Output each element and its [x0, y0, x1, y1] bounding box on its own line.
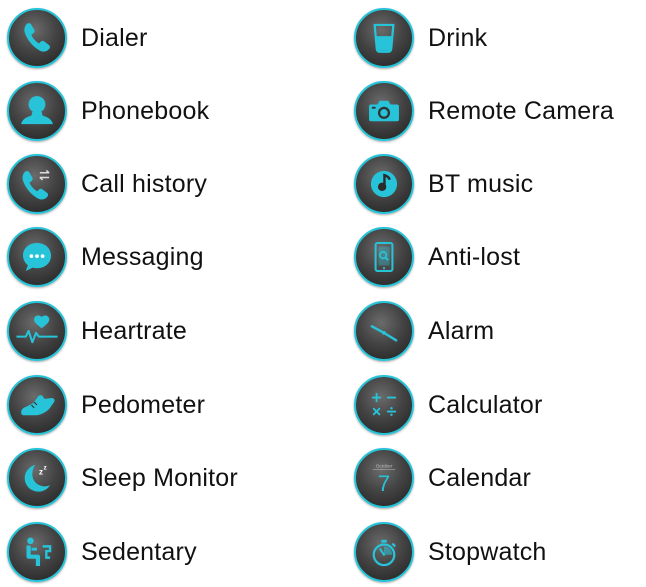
svg-text:z: z	[44, 465, 48, 472]
app-label: Dialer	[81, 23, 148, 52]
app-label: Anti-lost	[428, 242, 521, 271]
app-label: Calculator	[428, 390, 543, 419]
app-label: Call history	[81, 169, 208, 198]
app-label: Remote Camera	[428, 96, 614, 125]
glass-icon	[354, 8, 414, 68]
phone-finder-icon	[354, 227, 414, 287]
call-history-icon	[7, 154, 67, 214]
app-heartrate[interactable]: Heartrate	[7, 300, 187, 362]
app-bt-music[interactable]: BT music	[354, 153, 533, 215]
app-calculator[interactable]: Calculator	[354, 374, 543, 436]
app-label: Calendar	[428, 463, 532, 492]
app-sleep-monitor[interactable]: zz Sleep Monitor	[7, 447, 238, 509]
app-label: Stopwatch	[428, 537, 547, 566]
app-dialer[interactable]: Dialer	[7, 7, 148, 69]
app-pedometer[interactable]: Pedometer	[7, 374, 205, 436]
app-label: BT music	[428, 169, 534, 198]
music-icon	[354, 154, 414, 214]
contact-icon	[7, 81, 67, 141]
app-stopwatch[interactable]: Stopwatch	[354, 521, 547, 583]
app-label: Pedometer	[81, 390, 206, 419]
app-label: Sedentary	[81, 537, 197, 566]
app-grid: Dialer Drink Phonebook Remote Camera Cal…	[0, 0, 646, 587]
app-sedentary[interactable]: Sedentary	[7, 521, 197, 583]
sitting-person-icon	[7, 522, 67, 582]
calendar-month: October	[376, 464, 393, 469]
app-label: Sleep Monitor	[81, 463, 238, 492]
app-drink[interactable]: Drink	[354, 7, 487, 69]
app-label: Drink	[428, 23, 488, 52]
app-label: Alarm	[428, 316, 495, 345]
svg-text:z: z	[39, 466, 43, 476]
app-alarm[interactable]: Alarm	[354, 300, 494, 362]
camera-icon	[354, 81, 414, 141]
app-messaging[interactable]: Messaging	[7, 226, 204, 288]
chat-bubble-icon	[7, 227, 67, 287]
app-remote-camera[interactable]: Remote Camera	[354, 80, 614, 142]
stopwatch-icon	[354, 522, 414, 582]
app-anti-lost[interactable]: Anti-lost	[354, 226, 520, 288]
heart-pulse-icon	[7, 301, 67, 361]
app-label: Heartrate	[81, 316, 188, 345]
calendar-icon: October 7	[354, 448, 414, 508]
app-label: Messaging	[81, 242, 204, 271]
shoe-icon	[7, 375, 67, 435]
app-call-history[interactable]: Call history	[7, 153, 207, 215]
moon-icon: zz	[7, 448, 67, 508]
clock-icon	[354, 301, 414, 361]
phone-icon	[7, 8, 67, 68]
app-phonebook[interactable]: Phonebook	[7, 80, 209, 142]
calculator-icon	[354, 375, 414, 435]
app-calendar[interactable]: October 7 Calendar	[354, 447, 531, 509]
app-label: Phonebook	[81, 96, 210, 125]
calendar-day: 7	[378, 471, 390, 496]
